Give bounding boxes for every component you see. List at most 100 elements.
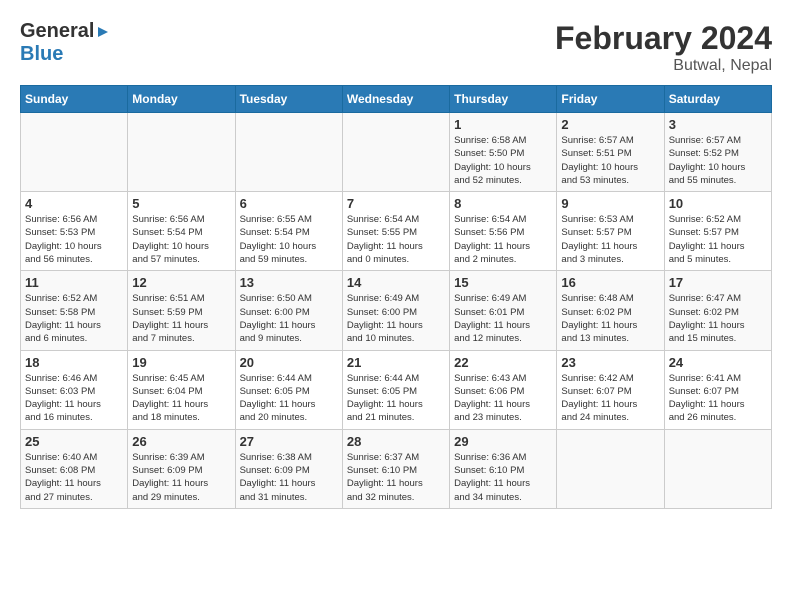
table-row: 29 Sunrise: 6:36 AM Sunset: 6:10 PM Dayli…	[450, 429, 557, 508]
col-thursday: Thursday	[450, 86, 557, 113]
table-row: 17 Sunrise: 6:47 AM Sunset: 6:02 PM Dayli…	[664, 271, 771, 350]
table-row	[128, 113, 235, 192]
day-number: 26	[132, 434, 230, 449]
col-tuesday: Tuesday	[235, 86, 342, 113]
table-row: 6 Sunrise: 6:55 AM Sunset: 5:54 PM Daylig…	[235, 192, 342, 271]
day-info: Sunrise: 6:43 AM Sunset: 6:06 PM Dayligh…	[454, 372, 552, 425]
day-number: 20	[240, 355, 338, 370]
col-sunday: Sunday	[21, 86, 128, 113]
table-row: 8 Sunrise: 6:54 AM Sunset: 5:56 PM Daylig…	[450, 192, 557, 271]
calendar-header-row: Sunday Monday Tuesday Wednesday Thursday…	[21, 86, 772, 113]
day-info: Sunrise: 6:52 AM Sunset: 5:58 PM Dayligh…	[25, 292, 123, 345]
day-number: 12	[132, 275, 230, 290]
day-info: Sunrise: 6:36 AM Sunset: 6:10 PM Dayligh…	[454, 451, 552, 504]
table-row: 2 Sunrise: 6:57 AM Sunset: 5:51 PM Daylig…	[557, 113, 664, 192]
table-row: 18Sunrise: 6:46 AM Sunset: 6:03 PM Dayli…	[21, 350, 128, 429]
day-info: Sunrise: 6:53 AM Sunset: 5:57 PM Dayligh…	[561, 213, 659, 266]
day-info: Sunrise: 6:54 AM Sunset: 5:55 PM Dayligh…	[347, 213, 445, 266]
day-number: 16	[561, 275, 659, 290]
table-row: 4 Sunrise: 6:56 AM Sunset: 5:53 PM Daylig…	[21, 192, 128, 271]
day-info: Sunrise: 6:47 AM Sunset: 6:02 PM Dayligh…	[669, 292, 767, 345]
day-info: Sunrise: 6:42 AM Sunset: 6:07 PM Dayligh…	[561, 372, 659, 425]
table-row: 28 Sunrise: 6:37 AM Sunset: 6:10 PM Dayli…	[342, 429, 449, 508]
table-row: 16Sunrise: 6:48 AM Sunset: 6:02 PM Dayli…	[557, 271, 664, 350]
page-header: General Blue February 2024 Butwal, Nepal	[20, 20, 772, 75]
table-row: 19 Sunrise: 6:45 AM Sunset: 6:04 PM Dayli…	[128, 350, 235, 429]
day-info: Sunrise: 6:40 AM Sunset: 6:08 PM Dayligh…	[25, 451, 123, 504]
day-info: Sunrise: 6:54 AM Sunset: 5:56 PM Dayligh…	[454, 213, 552, 266]
calendar-table: Sunday Monday Tuesday Wednesday Thursday…	[20, 85, 772, 509]
day-info: Sunrise: 6:56 AM Sunset: 5:54 PM Dayligh…	[132, 213, 230, 266]
day-number: 25	[25, 434, 123, 449]
calendar-week-row: 1 Sunrise: 6:58 AM Sunset: 5:50 PM Daylig…	[21, 113, 772, 192]
calendar-week-row: 18Sunrise: 6:46 AM Sunset: 6:03 PM Dayli…	[21, 350, 772, 429]
day-number: 1	[454, 117, 552, 132]
day-info: Sunrise: 6:51 AM Sunset: 5:59 PM Dayligh…	[132, 292, 230, 345]
day-number: 17	[669, 275, 767, 290]
day-info: Sunrise: 6:49 AM Sunset: 6:01 PM Dayligh…	[454, 292, 552, 345]
day-number: 13	[240, 275, 338, 290]
table-row: 13Sunrise: 6:50 AM Sunset: 6:00 PM Dayli…	[235, 271, 342, 350]
table-row: 20 Sunrise: 6:44 AM Sunset: 6:05 PM Dayli…	[235, 350, 342, 429]
day-number: 7	[347, 196, 445, 211]
table-row: 5Sunrise: 6:56 AM Sunset: 5:54 PM Daylig…	[128, 192, 235, 271]
page-title: February 2024	[555, 20, 772, 57]
table-row: 10Sunrise: 6:52 AM Sunset: 5:57 PM Dayli…	[664, 192, 771, 271]
day-info: Sunrise: 6:49 AM Sunset: 6:00 PM Dayligh…	[347, 292, 445, 345]
table-row: 27 Sunrise: 6:38 AM Sunset: 6:09 PM Dayli…	[235, 429, 342, 508]
table-row	[235, 113, 342, 192]
day-number: 2	[561, 117, 659, 132]
day-info: Sunrise: 6:57 AM Sunset: 5:51 PM Dayligh…	[561, 134, 659, 187]
day-number: 24	[669, 355, 767, 370]
day-info: Sunrise: 6:55 AM Sunset: 5:54 PM Dayligh…	[240, 213, 338, 266]
calendar-week-row: 11 Sunrise: 6:52 AM Sunset: 5:58 PM Dayli…	[21, 271, 772, 350]
day-number: 10	[669, 196, 767, 211]
title-section: February 2024 Butwal, Nepal	[555, 20, 772, 75]
table-row: 21 Sunrise: 6:44 AM Sunset: 6:05 PM Dayli…	[342, 350, 449, 429]
logo-text: General Blue	[20, 20, 110, 66]
table-row	[342, 113, 449, 192]
table-row: 24 Sunrise: 6:41 AM Sunset: 6:07 PM Dayli…	[664, 350, 771, 429]
day-number: 4	[25, 196, 123, 211]
day-info: Sunrise: 6:44 AM Sunset: 6:05 PM Dayligh…	[347, 372, 445, 425]
logo: General Blue	[20, 20, 110, 66]
day-number: 21	[347, 355, 445, 370]
calendar-week-row: 4 Sunrise: 6:56 AM Sunset: 5:53 PM Daylig…	[21, 192, 772, 271]
day-number: 6	[240, 196, 338, 211]
day-info: Sunrise: 6:39 AM Sunset: 6:09 PM Dayligh…	[132, 451, 230, 504]
day-info: Sunrise: 6:45 AM Sunset: 6:04 PM Dayligh…	[132, 372, 230, 425]
col-saturday: Saturday	[664, 86, 771, 113]
day-info: Sunrise: 6:41 AM Sunset: 6:07 PM Dayligh…	[669, 372, 767, 425]
day-number: 29	[454, 434, 552, 449]
day-number: 14	[347, 275, 445, 290]
table-row: 9Sunrise: 6:53 AM Sunset: 5:57 PM Daylig…	[557, 192, 664, 271]
calendar-week-row: 25 Sunrise: 6:40 AM Sunset: 6:08 PM Dayli…	[21, 429, 772, 508]
day-number: 11	[25, 275, 123, 290]
table-row: 23 Sunrise: 6:42 AM Sunset: 6:07 PM Dayli…	[557, 350, 664, 429]
day-number: 15	[454, 275, 552, 290]
table-row: 22Sunrise: 6:43 AM Sunset: 6:06 PM Dayli…	[450, 350, 557, 429]
table-row: 25 Sunrise: 6:40 AM Sunset: 6:08 PM Dayli…	[21, 429, 128, 508]
table-row: 14 Sunrise: 6:49 AM Sunset: 6:00 PM Dayli…	[342, 271, 449, 350]
table-row	[21, 113, 128, 192]
day-info: Sunrise: 6:38 AM Sunset: 6:09 PM Dayligh…	[240, 451, 338, 504]
col-wednesday: Wednesday	[342, 86, 449, 113]
day-info: Sunrise: 6:44 AM Sunset: 6:05 PM Dayligh…	[240, 372, 338, 425]
day-number: 27	[240, 434, 338, 449]
table-row	[664, 429, 771, 508]
day-number: 19	[132, 355, 230, 370]
day-number: 23	[561, 355, 659, 370]
table-row: 7 Sunrise: 6:54 AM Sunset: 5:55 PM Daylig…	[342, 192, 449, 271]
day-info: Sunrise: 6:56 AM Sunset: 5:53 PM Dayligh…	[25, 213, 123, 266]
table-row: 1 Sunrise: 6:58 AM Sunset: 5:50 PM Daylig…	[450, 113, 557, 192]
day-number: 28	[347, 434, 445, 449]
day-number: 8	[454, 196, 552, 211]
day-info: Sunrise: 6:37 AM Sunset: 6:10 PM Dayligh…	[347, 451, 445, 504]
page-subtitle: Butwal, Nepal	[555, 57, 772, 75]
day-info: Sunrise: 6:58 AM Sunset: 5:50 PM Dayligh…	[454, 134, 552, 187]
day-info: Sunrise: 6:57 AM Sunset: 5:52 PM Dayligh…	[669, 134, 767, 187]
logo-arrow-icon	[96, 25, 110, 39]
table-row: 26 Sunrise: 6:39 AM Sunset: 6:09 PM Dayli…	[128, 429, 235, 508]
day-number: 18	[25, 355, 123, 370]
table-row: 12 Sunrise: 6:51 AM Sunset: 5:59 PM Dayli…	[128, 271, 235, 350]
